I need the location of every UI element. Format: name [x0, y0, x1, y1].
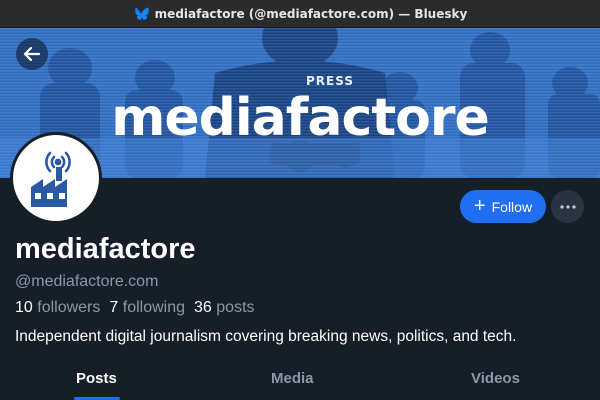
follow-button[interactable]: + Follow	[460, 190, 546, 223]
profile-tabs: Posts Media Videos	[0, 360, 600, 400]
followers-stat[interactable]: 10 followers	[15, 299, 100, 317]
window-titlebar: mediafactore (@mediafactore.com) — Blues…	[0, 0, 600, 28]
plus-icon: +	[473, 194, 486, 217]
followers-count: 10	[15, 299, 33, 316]
banner-vest-text: PRESS	[306, 74, 354, 88]
following-stat[interactable]: 7 following	[109, 299, 185, 317]
followers-label: followers	[37, 299, 101, 316]
posts-stat: 36 posts	[194, 299, 255, 317]
tab-posts[interactable]: Posts	[76, 370, 117, 387]
profile-handle: @mediafactore.com	[15, 273, 159, 290]
back-button[interactable]	[16, 38, 48, 70]
follow-button-label: Follow	[491, 198, 533, 215]
avatar[interactable]	[10, 132, 102, 224]
arrow-left-icon	[23, 46, 41, 62]
more-options-button[interactable]	[551, 190, 584, 223]
following-count: 7	[109, 299, 119, 316]
tab-media[interactable]: Media	[271, 370, 314, 387]
profile-stats: 10 followers 7 following 36 posts	[15, 299, 255, 317]
ellipsis-icon	[559, 204, 576, 209]
tab-videos[interactable]: Videos	[471, 370, 520, 387]
factory-broadcast-icon	[31, 151, 71, 207]
banner-headline: mediafactore	[111, 88, 490, 148]
profile-bio: Independent digital journalism covering …	[15, 328, 517, 345]
posts-label: posts	[216, 299, 255, 316]
following-label: following	[122, 299, 186, 316]
profile-display-name: mediafactore	[15, 233, 196, 265]
posts-count: 36	[194, 299, 212, 316]
butterfly-icon	[134, 7, 149, 20]
window-title: mediafactore (@mediafactore.com) — Blues…	[154, 6, 468, 21]
